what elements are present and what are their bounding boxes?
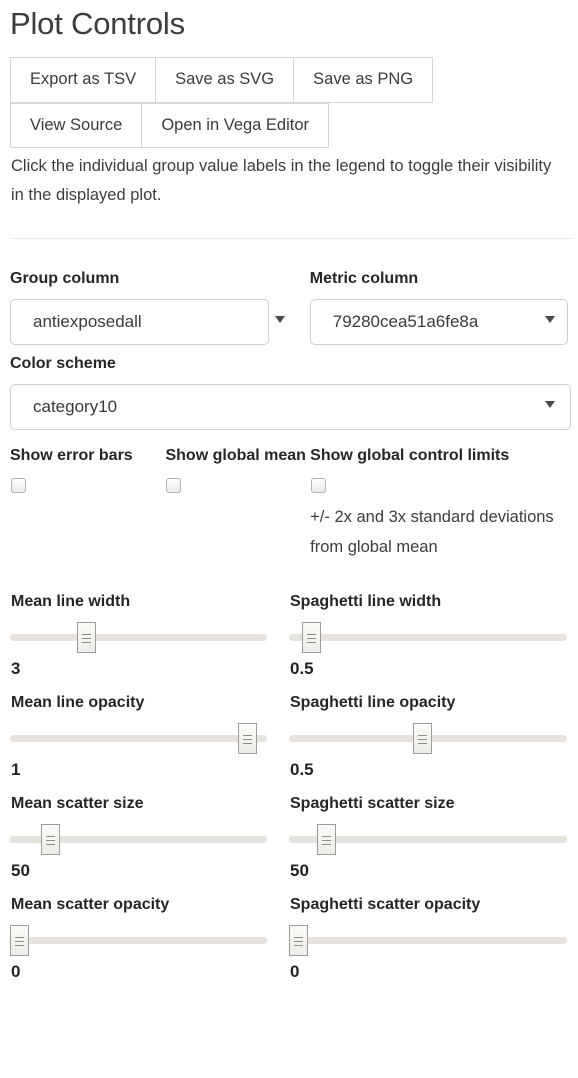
- color-scheme-select-wrap: category10: [10, 375, 571, 430]
- show-global-mean-checkbox[interactable]: [166, 478, 182, 493]
- column-selectors-row: Group column antiexposedall Metric colum…: [10, 268, 568, 345]
- color-scheme-label: Color scheme: [10, 355, 116, 372]
- mean-scatter-size-slider[interactable]: [10, 824, 267, 855]
- slider-grid: Mean line width 3 Spaghetti line width 0…: [10, 590, 568, 994]
- legend-toggle-hint: Click the individual group value labels …: [11, 157, 552, 204]
- chevron-down-icon: [274, 315, 285, 323]
- spaghetti-scatter-opacity-slider[interactable]: [289, 925, 568, 956]
- spaghetti-scatter-opacity-label: Spaghetti scatter opacity: [290, 896, 481, 913]
- group-column-field: Group column antiexposedall: [10, 268, 310, 345]
- metric-column-field: Metric column 79280cea51a6fe8a: [309, 268, 568, 345]
- slider-thumb[interactable]: [413, 723, 433, 754]
- mean-line-width-label: Mean line width: [11, 593, 131, 610]
- spaghetti-line-opacity-slider[interactable]: [289, 723, 568, 754]
- spaghetti-line-width-slider[interactable]: [289, 622, 568, 653]
- show-error-bars-checkbox[interactable]: [11, 478, 26, 493]
- plot-controls-panel: Plot Controls Export as TSV Save as SVG …: [0, 0, 574, 994]
- group-column-label: Group column: [10, 270, 120, 287]
- spaghetti-line-opacity-field: Spaghetti line opacity 0.5: [289, 691, 568, 782]
- mean-line-opacity-slider[interactable]: [10, 723, 267, 754]
- checkbox-options-row: Show error bars Show global mean Show gl…: [10, 441, 568, 562]
- global-control-limits-note: +/- 2x and 3x standard deviations from g…: [310, 508, 554, 556]
- metric-column-select[interactable]: 79280cea51a6fe8a: [309, 299, 568, 345]
- mean-scatter-opacity-label: Mean scatter opacity: [11, 896, 170, 913]
- group-column-select[interactable]: antiexposedall: [10, 299, 269, 345]
- color-scheme-field: Color scheme category10: [10, 353, 571, 430]
- slider-thumb[interactable]: [317, 824, 337, 855]
- mean-scatter-opacity-slider[interactable]: [10, 925, 267, 956]
- group-column-select-wrap: antiexposedall: [10, 290, 298, 345]
- section-divider: [10, 238, 574, 239]
- mean-scatter-size-label: Mean scatter size: [11, 795, 144, 812]
- save-png-button[interactable]: Save as PNG: [293, 57, 434, 103]
- slider-thumb[interactable]: [40, 824, 60, 855]
- mean-scatter-opacity-field: Mean scatter opacity 0: [10, 893, 289, 984]
- show-global-control-limits-field: Show global control limits +/- 2x and 3x…: [310, 441, 568, 562]
- save-svg-button[interactable]: Save as SVG: [155, 57, 295, 103]
- mean-line-width-field: Mean line width 3: [10, 590, 289, 681]
- spaghetti-line-width-value: 0.5: [290, 659, 314, 678]
- spaghetti-scatter-opacity-field: Spaghetti scatter opacity 0: [289, 893, 568, 984]
- export-tsv-button[interactable]: Export as TSV: [10, 57, 157, 103]
- spaghetti-line-opacity-label: Spaghetti line opacity: [290, 694, 456, 711]
- spaghetti-scatter-size-value: 50: [290, 861, 309, 880]
- spaghetti-line-opacity-value: 0.5: [290, 760, 314, 779]
- show-global-mean-field: Show global mean: [165, 441, 310, 493]
- slider-thumb[interactable]: [76, 622, 96, 653]
- slider-track: [289, 937, 567, 944]
- spaghetti-line-width-field: Spaghetti line width 0.5: [289, 590, 568, 681]
- mean-line-opacity-label: Mean line opacity: [11, 694, 145, 711]
- slider-thumb[interactable]: [238, 723, 258, 754]
- color-scheme-select[interactable]: category10: [10, 384, 571, 430]
- slider-thumb[interactable]: [10, 925, 29, 956]
- mean-scatter-size-value: 50: [11, 861, 30, 880]
- spaghetti-scatter-opacity-value: 0: [290, 962, 300, 981]
- metric-column-select-wrap: 79280cea51a6fe8a: [309, 290, 568, 345]
- slider-track: [10, 634, 267, 641]
- open-vega-editor-button[interactable]: Open in Vega Editor: [141, 102, 330, 148]
- export-button-row: Export as TSV Save as SVG Save as PNG: [10, 57, 568, 103]
- mean-line-width-value: 3: [11, 659, 21, 678]
- slider-thumb[interactable]: [289, 925, 308, 956]
- mean-scatter-opacity-value: 0: [11, 962, 21, 981]
- show-error-bars-field: Show error bars: [10, 441, 165, 493]
- slider-track: [10, 937, 267, 944]
- mean-line-opacity-field: Mean line opacity 1: [10, 691, 289, 782]
- slider-track: [289, 634, 567, 641]
- source-button-row: View Source Open in Vega Editor: [10, 102, 568, 148]
- view-source-button[interactable]: View Source: [10, 102, 143, 148]
- slider-thumb[interactable]: [301, 622, 321, 653]
- mean-line-width-slider[interactable]: [10, 622, 267, 653]
- slider-track: [10, 735, 267, 742]
- mean-scatter-size-field: Mean scatter size 50: [10, 792, 289, 883]
- mean-line-opacity-value: 1: [11, 760, 21, 779]
- spaghetti-scatter-size-slider[interactable]: [289, 824, 568, 855]
- show-global-control-limits-label: Show global control limits: [310, 447, 510, 464]
- show-global-control-limits-checkbox[interactable]: [311, 478, 327, 493]
- spaghetti-line-width-label: Spaghetti line width: [290, 593, 442, 610]
- show-global-mean-label: Show global mean: [165, 447, 306, 464]
- page-title: Plot Controls: [10, 6, 185, 41]
- metric-column-label: Metric column: [309, 270, 419, 287]
- spaghetti-scatter-size-field: Spaghetti scatter size 50: [289, 792, 568, 883]
- spaghetti-scatter-size-label: Spaghetti scatter size: [290, 795, 455, 812]
- show-error-bars-label: Show error bars: [10, 447, 133, 464]
